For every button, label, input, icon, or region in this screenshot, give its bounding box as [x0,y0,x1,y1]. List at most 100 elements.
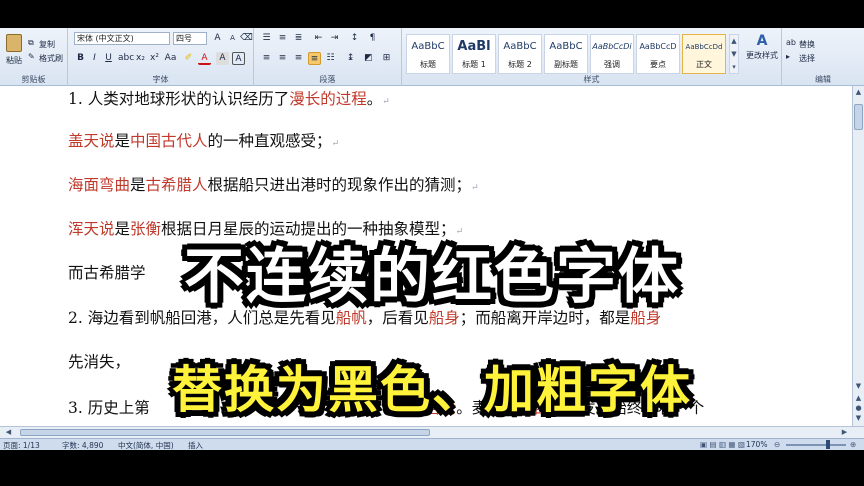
align-left-icon[interactable]: ≡ [260,52,273,65]
overlay-caption-2: 替换为黑色、加粗字体 [172,361,692,419]
text-run: 的一种直观感受； [207,132,332,150]
style-sample: AaBbCcD [639,42,677,51]
format-painter-button[interactable]: ✎ 格式刷 [28,52,68,64]
multilevel-list-icon[interactable]: ≣ [292,32,305,45]
style-sample: AaBbCcDi [592,42,632,51]
format-painter-icon: ✎ [28,52,35,61]
status-bar: 页面: 1/13 字数: 4,890 中文(简体, 中国) 插入 ▣ ▤ ▥ ▦… [0,438,864,450]
increase-indent-icon[interactable]: ⇥ [328,32,341,45]
style-sample: AaBbC [503,41,537,52]
clipboard-group-label: 剪贴板 [21,75,46,84]
superscript-icon[interactable]: x² [148,52,161,65]
red-text-run: 盖天说 [68,132,115,150]
justify-icon[interactable]: ≡ [308,52,321,65]
scroll-right-icon[interactable]: ▶ [840,428,849,437]
style-strong[interactable]: AaBbCcD 要点 [636,34,680,74]
red-text-run: 漫长的过程 [289,90,367,108]
zoom-slider[interactable] [786,444,846,446]
strikethrough-icon[interactable]: abc [118,52,134,65]
shrink-font-icon[interactable]: A [226,32,239,45]
show-marks-icon[interactable]: ¶ [366,32,379,45]
replace-label: 替换 [799,40,815,49]
font-group-label: 字体 [152,75,169,84]
letterbox-top [0,0,864,28]
style-subtitle[interactable]: AaBbC 副标题 [544,34,588,74]
distributed-icon[interactable]: ☷ [324,52,337,65]
replace-button[interactable]: ab 替换 [786,38,836,50]
paragraph-group-label: 段落 [319,75,336,84]
style-heading-1[interactable]: AaBl 标题 1 [452,34,496,74]
styles-group: AaBbC 标题 AaBl 标题 1 AaBbC 标题 2 AaBbC 副标题 … [402,28,782,86]
word-count[interactable]: 字数: 4,890 [62,440,103,450]
horizontal-scroll-thumb[interactable] [20,429,430,436]
paragraph-mark: ↵ [471,183,479,193]
paste-button[interactable]: 粘贴 [3,32,25,70]
change-case-icon[interactable]: Aa [164,52,177,65]
letterbox-bottom [0,450,864,486]
align-center-icon[interactable]: ≡ [276,52,289,65]
grow-font-icon[interactable]: A [211,32,224,45]
shading-icon[interactable]: ◩ [362,52,375,65]
style-heading-2[interactable]: AaBbC 标题 2 [498,34,542,74]
editing-group-label: 编辑 [815,75,831,84]
change-styles-icon: A [756,33,768,49]
zoom-out-icon[interactable]: ⊖ [774,440,780,449]
style-emphasis[interactable]: AaBbCcDi 强调 [590,34,634,74]
char-shading-icon[interactable]: A [216,52,229,65]
styles-more-button[interactable]: ▲ ▼ ▾ [729,34,739,74]
view-buttons-icon[interactable]: ▣ ▤ ▥ ▦ ▧ [700,440,745,449]
vertical-scroll-thumb[interactable] [854,104,863,130]
style-name: 副标题 [554,60,578,69]
language-indicator[interactable]: 中文(简体, 中国) [118,440,174,450]
select-icon: ▸ [786,52,791,61]
select-label: 选择 [799,54,815,63]
scroll-left-icon[interactable]: ◀ [4,428,13,437]
bold-icon[interactable]: B [74,52,87,65]
style-sample: AaBl [457,39,491,54]
replace-icon: ab [786,38,796,47]
font-family-select[interactable]: 宋体 (中文正文) [74,32,170,45]
numbering-icon[interactable]: ≡ [276,32,289,45]
paragraph-mark: ↵ [331,139,340,149]
decrease-indent-icon[interactable]: ⇤ [312,32,325,45]
change-styles-button[interactable]: A 更改样式 [743,32,781,74]
underline-icon[interactable]: U [102,52,115,65]
horizontal-scrollbar[interactable]: ◀ ▶ [0,426,864,438]
insert-mode[interactable]: 插入 [188,440,203,450]
paragraph-mark: ↵ [382,97,390,107]
scroll-up-icon[interactable]: ▲ [854,88,863,97]
clear-format-icon[interactable]: ⌫ [240,32,253,45]
font-group: 宋体 (中文正文) 四号 A A ⌫ B I U abc x₂ x² Aa ✐ … [68,28,254,86]
red-text-run: 中国古代人 [130,132,208,150]
copy-button[interactable]: ⧉ 复制 [28,38,66,50]
style-name: 强调 [604,60,620,69]
select-button[interactable]: ▸ 选择 [786,52,836,64]
page-count[interactable]: 页面: 1/13 [3,440,40,450]
zoom-in-icon[interactable]: ⊕ [850,440,856,449]
doc-line-3: 海面弯曲是古希腊人根据船只进出港时的现象作出的猜测；↵ [68,173,479,195]
italic-icon[interactable]: I [88,52,101,65]
style-name: 标题 1 [462,60,486,69]
copy-label: 复制 [39,40,55,49]
change-styles-label: 更改样式 [746,51,778,60]
editing-group: ab 替换 ▸ 选择 编辑 [782,28,864,86]
highlight-icon[interactable]: ✐ [182,52,195,65]
doc-line-1: 1. 人类对地球形状的认识经历了漫长的过程。↵ [68,87,390,109]
bullets-icon[interactable]: ☰ [260,32,273,45]
style-normal[interactable]: AaBbCcDd 正文 [682,34,726,74]
style-name: 标题 [420,60,436,69]
subscript-icon[interactable]: x₂ [134,52,147,65]
style-title[interactable]: AaBbC 标题 [406,34,450,74]
style-sample: AaBbC [411,41,445,52]
font-color-icon[interactable]: A [198,52,211,65]
sort-icon[interactable]: ↕ [348,32,361,45]
borders-icon[interactable]: ⊞ [380,52,393,65]
zoom-slider-thumb[interactable] [826,440,830,449]
style-sample: AaBbC [549,41,583,52]
font-size-select[interactable]: 四号 [173,32,207,45]
char-border-icon[interactable]: A [232,52,245,65]
line-spacing-icon[interactable]: ↨ [344,52,357,65]
align-right-icon[interactable]: ≡ [292,52,305,65]
zoom-level[interactable]: 170% [746,440,767,449]
red-text-run: 海面弯曲 [68,176,131,194]
